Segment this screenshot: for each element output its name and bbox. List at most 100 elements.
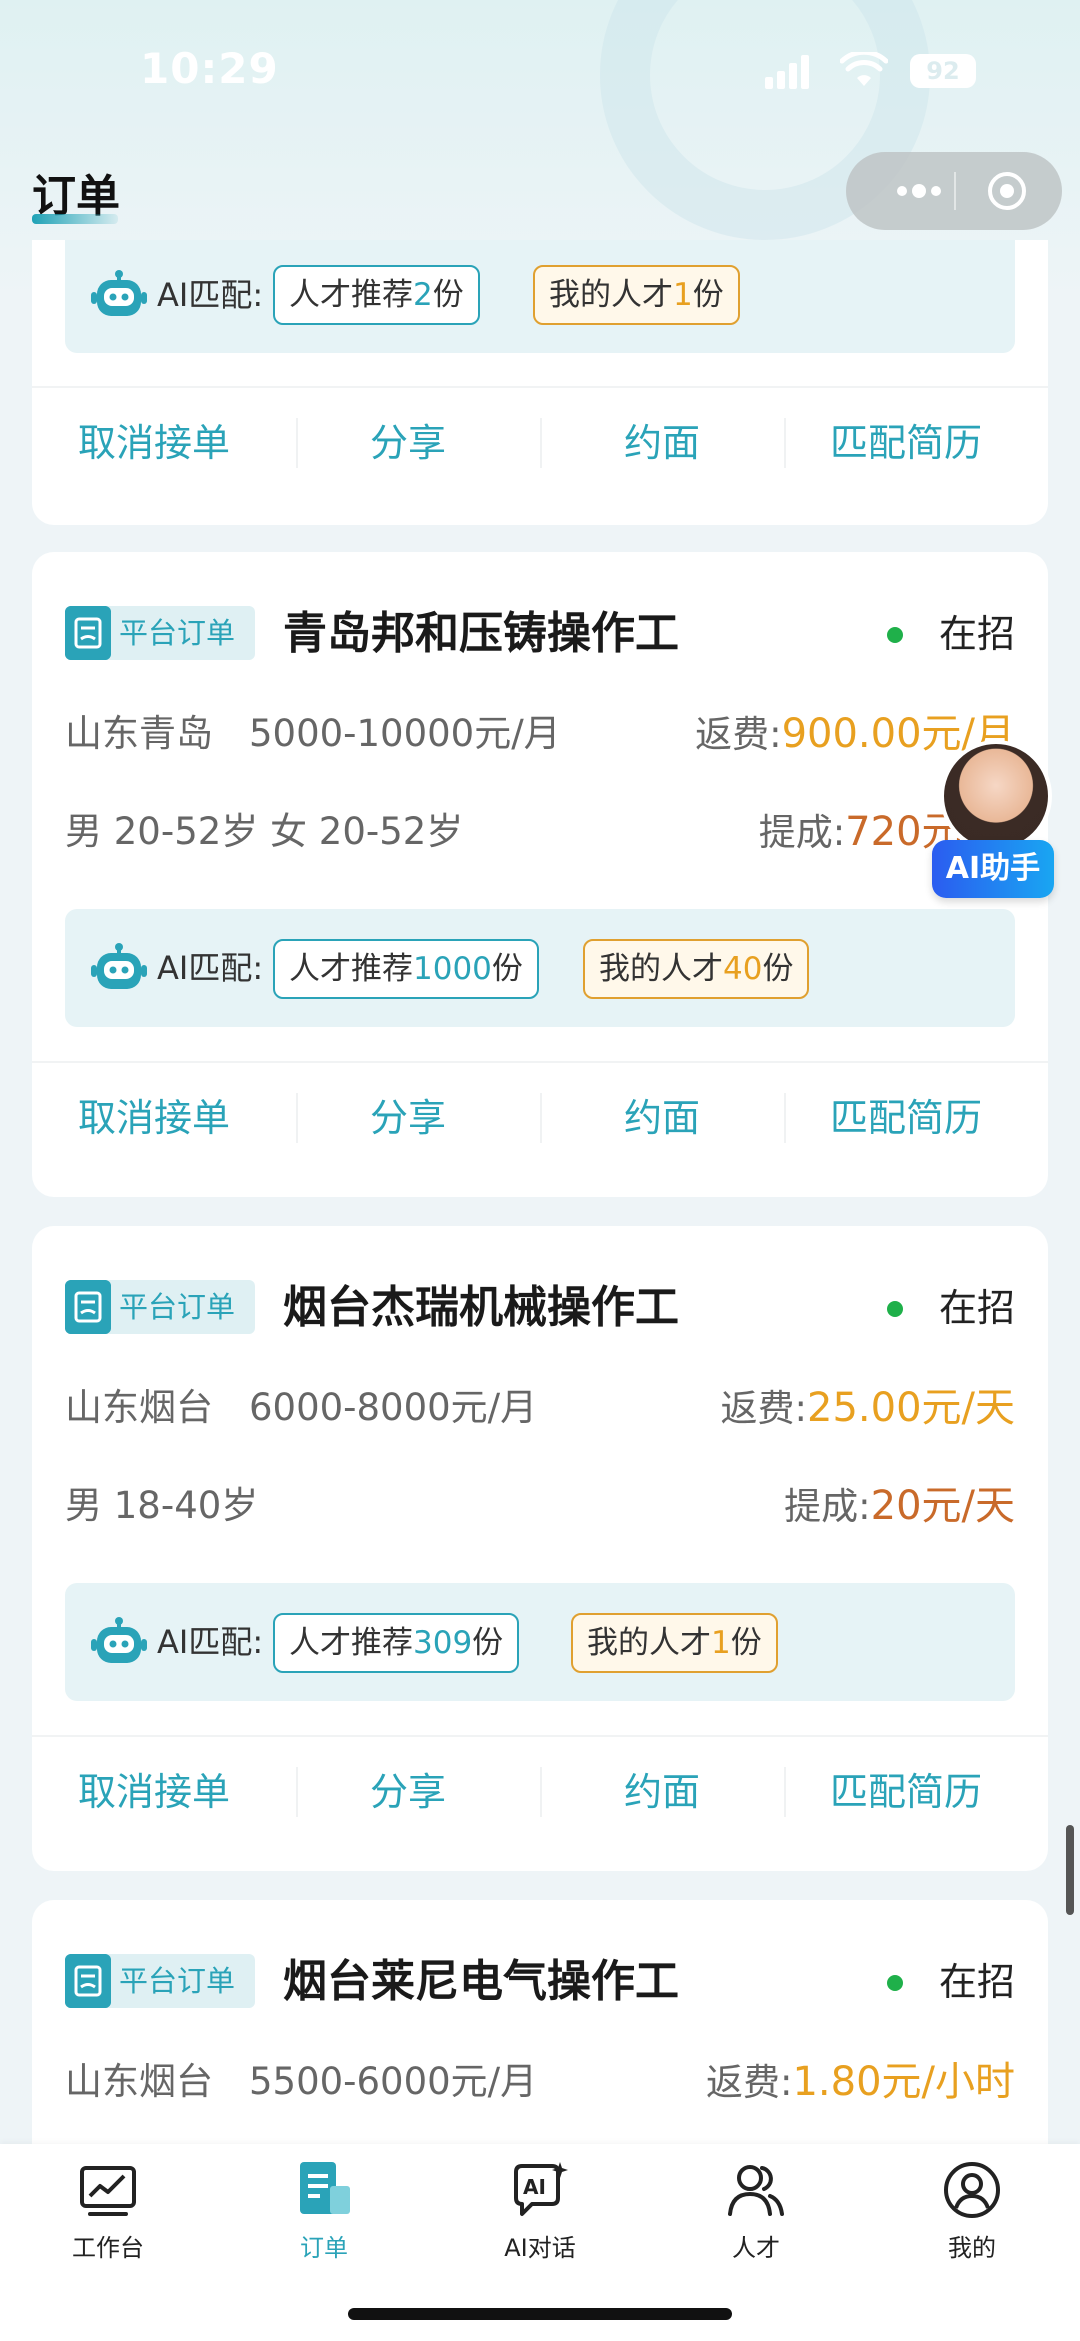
fee-value: 25.00元/天 xyxy=(807,1385,1015,1431)
ai-assistant-label: AI助手 xyxy=(932,840,1054,898)
tab-label: 人才 xyxy=(732,2234,780,2262)
home-indicator[interactable] xyxy=(348,2308,732,2320)
commission-label: 提成: xyxy=(758,811,846,854)
tab-label: 我的 xyxy=(948,2234,996,2262)
status-dot xyxy=(887,1301,903,1317)
card-actions: 取消接单 分享 约面 匹配简历 xyxy=(32,1735,1048,1845)
tab-label: 工作台 xyxy=(72,2234,144,2262)
talent-recommend-label: 人才推荐 xyxy=(289,1625,413,1661)
cancel-order-button[interactable]: 取消接单 xyxy=(32,1063,276,1173)
platform-badge-label: 平台订单 xyxy=(119,616,236,650)
fee-label: 返费: xyxy=(705,2061,793,2104)
tab-ai-chat[interactable]: AI AI对话 xyxy=(432,2158,648,2278)
status-dot xyxy=(887,1975,903,1991)
talent-recommend-tag[interactable]: 人才推荐1000份 xyxy=(273,939,539,999)
my-talent-label: 我的人才 xyxy=(549,277,673,313)
interview-button[interactable]: 约面 xyxy=(540,388,784,498)
ai-chat-icon: AI xyxy=(514,2162,568,2216)
interview-button[interactable]: 约面 xyxy=(540,1737,784,1847)
share-button[interactable]: 分享 xyxy=(286,1737,530,1847)
job-header: 平台订单 烟台杰瑞机械操作工 在招 xyxy=(65,1278,1015,1338)
job-salary: 5000-10000元/月 xyxy=(249,712,561,755)
scrollbar[interactable] xyxy=(1066,1825,1074,1915)
ai-match-label: AI匹配: xyxy=(157,949,264,987)
card-actions: 取消接单 分享 约面 匹配简历 xyxy=(32,386,1048,496)
requirement-commission-row: 男 20-52岁 女 20-52岁 提成:720元/月 xyxy=(65,804,1015,860)
order-card[interactable]: 平台订单 烟台杰瑞机械操作工 在招 山东烟台 6000-8000元/月 返费:25… xyxy=(32,1226,1048,1871)
match-resume-button[interactable]: 匹配简历 xyxy=(784,1063,1028,1173)
commission-value: 20元/天 xyxy=(870,1483,1015,1529)
my-talent-label: 我的人才 xyxy=(599,951,723,987)
my-talent-unit: 份 xyxy=(762,951,794,987)
tab-label: 订单 xyxy=(300,2234,348,2262)
job-location: 山东青岛 xyxy=(65,712,213,755)
title-underline xyxy=(32,214,118,224)
my-talent-count: 40 xyxy=(723,951,763,987)
my-talent-tag[interactable]: 我的人才1份 xyxy=(533,265,740,325)
tab-profile[interactable]: 我的 xyxy=(864,2158,1080,2278)
platform-order-badge: 平台订单 xyxy=(65,1280,255,1334)
more-icon[interactable] xyxy=(884,174,954,208)
platform-badge-icon xyxy=(65,606,111,660)
my-talent-unit: 份 xyxy=(730,1625,762,1661)
ai-match-label: AI匹配: xyxy=(157,1623,264,1661)
card-actions: 取消接单 分享 约面 匹配简历 xyxy=(32,1061,1048,1171)
talent-recommend-unit: 份 xyxy=(491,951,523,987)
my-talent-tag[interactable]: 我的人才40份 xyxy=(583,939,810,999)
match-resume-button[interactable]: 匹配简历 xyxy=(784,388,1028,498)
status-bar: 10:29 92 xyxy=(0,0,1080,140)
share-button[interactable]: 分享 xyxy=(286,388,530,498)
talent-recommend-tag[interactable]: 人才推荐2份 xyxy=(273,265,480,325)
ai-assistant-button[interactable]: AI助手 xyxy=(916,740,1056,910)
robot-icon xyxy=(91,270,147,316)
ai-match-box: AI匹配: 人才推荐1000份 我的人才40份 xyxy=(65,909,1015,1027)
tab-workbench[interactable]: 工作台 xyxy=(0,2158,216,2278)
requirement-commission-row: 男 18-40岁 提成:20元/天 xyxy=(65,1478,1015,1534)
ai-assistant-avatar xyxy=(940,740,1052,852)
status-time: 10:29 xyxy=(140,44,279,93)
status-dot xyxy=(887,627,903,643)
talent-recommend-count: 2 xyxy=(413,277,433,313)
close-miniprogram-icon[interactable] xyxy=(986,170,1028,212)
location-salary-row: 山东烟台 6000-8000元/月 返费:25.00元/天 xyxy=(65,1380,1015,1436)
order-card[interactable]: 平台订单 青岛邦和压铸操作工 在招 山东青岛 5000-10000元/月 返费:9… xyxy=(32,552,1048,1197)
platform-badge-label: 平台订单 xyxy=(119,1290,236,1324)
talent-recommend-unit: 份 xyxy=(472,1625,504,1661)
match-resume-button[interactable]: 匹配简历 xyxy=(784,1737,1028,1847)
my-talent-count: 1 xyxy=(711,1625,731,1661)
interview-button[interactable]: 约面 xyxy=(540,1063,784,1173)
status-label: 在招 xyxy=(938,1286,1015,1330)
job-requirement: 男 20-52岁 女 20-52岁 xyxy=(65,810,464,853)
my-talent-tag[interactable]: 我的人才1份 xyxy=(571,1613,778,1673)
robot-icon xyxy=(91,943,147,989)
talent-recommend-unit: 份 xyxy=(432,277,464,313)
status-label: 在招 xyxy=(938,612,1015,656)
job-location: 山东烟台 xyxy=(65,1386,213,1429)
location-salary-row: 山东青岛 5000-10000元/月 返费:900.00元/月 xyxy=(65,706,1015,762)
battery-indicator: 92 xyxy=(910,54,976,88)
tab-talent[interactable]: 人才 xyxy=(648,2158,864,2278)
platform-order-badge: 平台订单 xyxy=(65,1954,255,2008)
platform-badge-icon xyxy=(65,1280,111,1334)
share-button[interactable]: 分享 xyxy=(286,1063,530,1173)
fee-value: 1.80元/小时 xyxy=(792,2059,1015,2105)
talent-recommend-count: 1000 xyxy=(413,951,492,987)
job-salary: 5500-6000元/月 xyxy=(249,2060,538,2103)
my-talent-count: 1 xyxy=(673,277,693,313)
job-title: 烟台杰瑞机械操作工 xyxy=(283,1282,679,1333)
cancel-order-button[interactable]: 取消接单 xyxy=(32,1737,276,1847)
wifi-icon xyxy=(840,52,888,86)
fee-label: 返费: xyxy=(695,713,782,756)
profile-icon xyxy=(944,2162,1000,2218)
location-salary-row: 山东烟台 5500-6000元/月 返费:1.80元/小时 xyxy=(65,2054,1015,2110)
job-requirement: 男 18-40岁 xyxy=(65,1484,259,1527)
people-icon xyxy=(728,2165,784,2216)
cancel-order-button[interactable]: 取消接单 xyxy=(32,388,276,498)
miniprogram-capsule xyxy=(846,152,1062,230)
talent-recommend-tag[interactable]: 人才推荐309份 xyxy=(273,1613,520,1673)
fee-label: 返费: xyxy=(720,1387,807,1430)
job-salary: 6000-8000元/月 xyxy=(249,1386,538,1429)
chart-monitor-icon xyxy=(80,2166,136,2216)
tab-orders[interactable]: 订单 xyxy=(216,2158,432,2278)
job-location: 山东烟台 xyxy=(65,2060,213,2103)
